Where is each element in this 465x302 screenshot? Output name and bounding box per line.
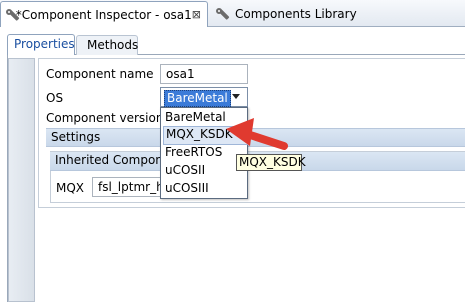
tab-label: *Component Inspector - osa1 — [15, 7, 192, 22]
close-tab-icon[interactable]: ⊠ — [192, 8, 201, 21]
tab-label: Components Library — [235, 7, 357, 21]
os-option[interactable]: uCOSIII — [163, 180, 247, 197]
tab-components-library[interactable]: Components Library — [211, 1, 371, 27]
tab-component-inspector[interactable]: *Component Inspector - osa1 ⊠ — [0, 1, 208, 27]
components-library-icon — [215, 6, 231, 22]
component-name-label: Component name — [46, 67, 154, 81]
component-name-input[interactable]: osa1 — [160, 64, 248, 84]
mqx-label: MQX — [56, 181, 85, 195]
tab-methods[interactable]: Methods — [76, 35, 138, 55]
os-select[interactable]: BareMetal — [160, 87, 248, 107]
os-option[interactable]: uCOSII — [163, 162, 247, 179]
left-gutter — [8, 58, 35, 302]
red-arrow-annotation — [226, 118, 288, 150]
os-label: OS — [46, 91, 64, 105]
component-version-label: Component version — [46, 111, 164, 125]
chevron-down-icon[interactable] — [232, 94, 240, 99]
tab-properties[interactable]: Properties — [7, 34, 75, 55]
os-selected-value: BareMetal — [164, 90, 231, 107]
component-inspector-icon — [5, 7, 20, 23]
